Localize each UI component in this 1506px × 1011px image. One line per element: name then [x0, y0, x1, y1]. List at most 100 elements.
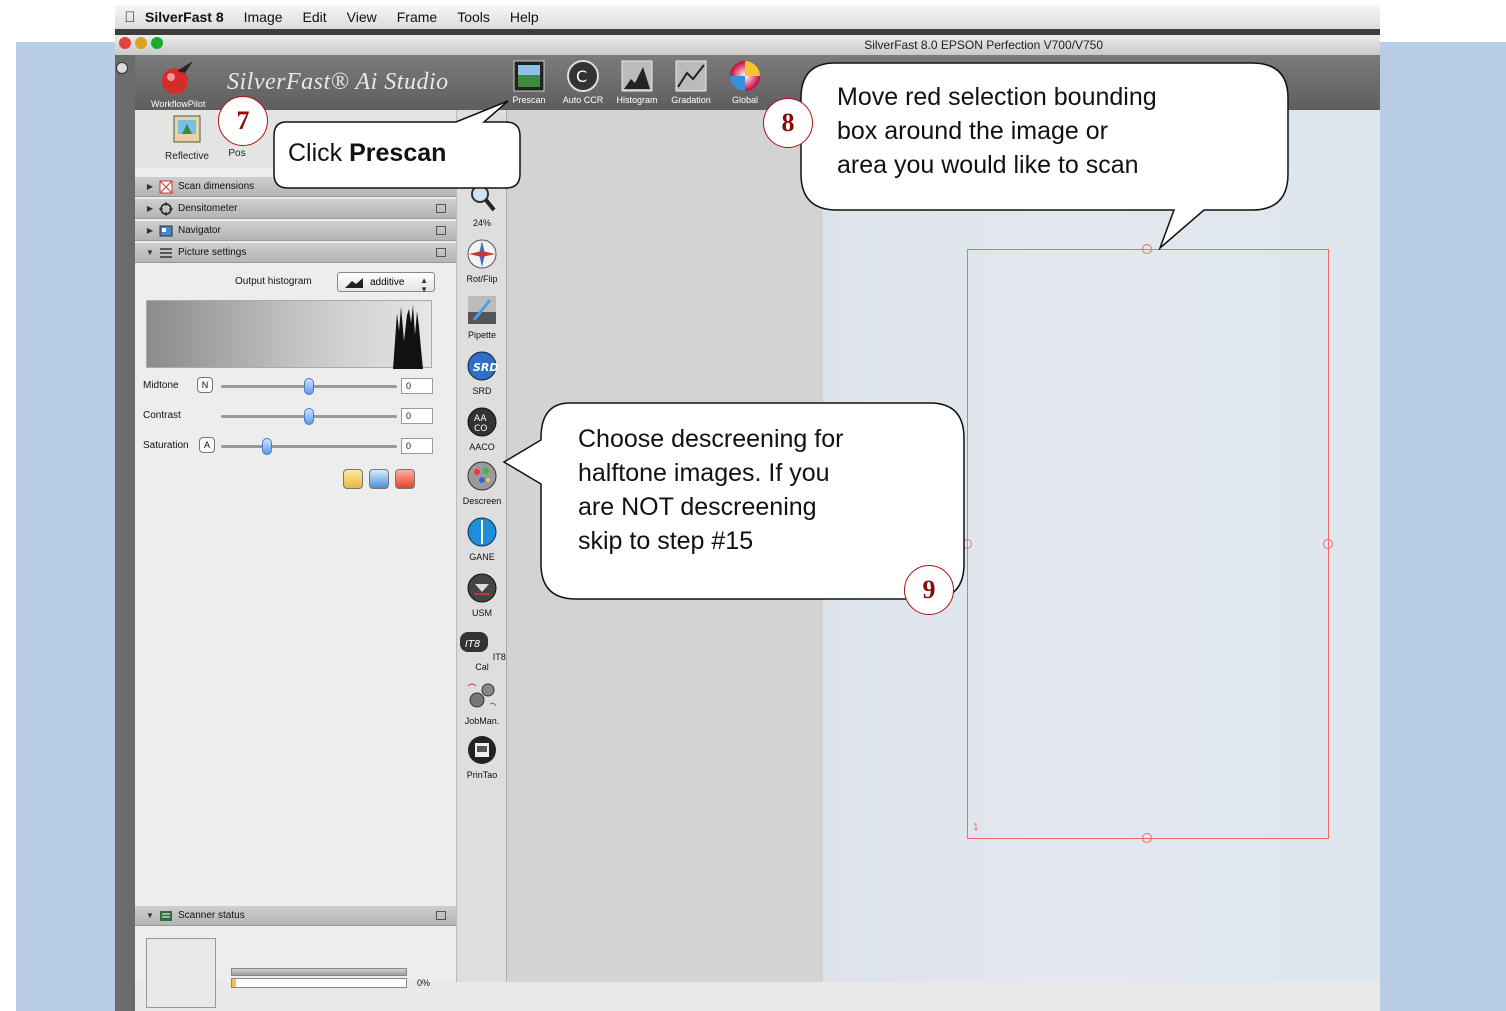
- callout-step-7: Click Prescan: [256, 100, 524, 192]
- tool-label: SRD: [472, 386, 492, 396]
- callout-step-8: Move red selection bounding box around t…: [800, 62, 1290, 252]
- disclosure-down-icon: ▼: [146, 911, 154, 920]
- section-navigator[interactable]: ▶ Navigator: [135, 221, 456, 241]
- gane-icon: [467, 517, 497, 547]
- popout-icon[interactable]: [436, 248, 446, 257]
- progress-percent: 0%: [417, 978, 431, 988]
- help-icon[interactable]: [343, 469, 363, 489]
- progress-track-top: [231, 968, 407, 976]
- saturation-auto-button[interactable]: A: [199, 437, 215, 453]
- global-button[interactable]: Global: [721, 59, 769, 105]
- tool-label: USM: [472, 608, 492, 618]
- popout-icon[interactable]: [436, 204, 446, 213]
- svg-text:CO: CO: [474, 424, 487, 434]
- popout-icon[interactable]: [436, 226, 446, 235]
- section-title: Scanner status: [178, 910, 245, 921]
- midtone-thumb[interactable]: [304, 378, 314, 395]
- midtone-neutral-button[interactable]: N: [197, 377, 213, 393]
- histogram-icon: [621, 60, 653, 92]
- close-window-button[interactable]: [119, 37, 131, 49]
- zoom-window-button[interactable]: [151, 37, 163, 49]
- picture-settings-icon: [160, 247, 172, 258]
- selection-frame[interactable]: [967, 249, 1329, 839]
- menu-app-name[interactable]: SilverFast 8: [145, 9, 224, 25]
- tool-label: PrinTao: [466, 770, 498, 780]
- mode-positive-label: Pos: [228, 148, 246, 159]
- gradation-label: Gradation: [671, 95, 711, 105]
- saturation-thumb[interactable]: [261, 438, 272, 455]
- tool-it8[interactable]: IT8 IT8 Cal: [457, 626, 507, 672]
- tool-srd[interactable]: SRD SRD: [457, 350, 507, 396]
- disclosure-right-icon: ▶: [146, 226, 154, 235]
- section-title: Navigator: [178, 225, 221, 236]
- callout-7-text: Click Prescan: [288, 136, 446, 170]
- menu-image[interactable]: Image: [244, 9, 283, 25]
- global-label: Global: [731, 95, 758, 105]
- prescan-button[interactable]: Prescan: [505, 59, 553, 105]
- scanner-thumbnail: [146, 938, 216, 1008]
- contrast-value[interactable]: 0: [401, 408, 433, 424]
- it8-icon: IT8: [460, 632, 489, 652]
- progress-track: [231, 978, 407, 988]
- callout-8-line3: area you would like to scan: [837, 151, 1139, 179]
- menu-tools[interactable]: Tools: [457, 9, 490, 25]
- tool-label: Descreen: [462, 496, 502, 506]
- tool-label: AACO: [469, 442, 495, 452]
- mode-reflective-label: Reflective: [165, 151, 209, 162]
- tool-rot-flip[interactable]: Rot/Flip: [457, 238, 507, 284]
- gradation-button[interactable]: Gradation: [667, 59, 715, 105]
- tool-printao[interactable]: PrinTao: [457, 734, 507, 780]
- auto-ccr-icon: C: [567, 60, 599, 92]
- midtone-value[interactable]: 0: [401, 378, 433, 394]
- contrast-thumb[interactable]: [304, 408, 314, 425]
- descreen-icon: [467, 461, 497, 491]
- traffic-lights: [119, 37, 163, 49]
- saturation-value[interactable]: 0: [401, 438, 433, 454]
- minimize-window-button[interactable]: [135, 37, 147, 49]
- auto-ccr-button[interactable]: C Auto CCR: [559, 59, 607, 105]
- saturation-track[interactable]: [221, 445, 397, 448]
- drawer-toggle[interactable]: [116, 62, 128, 74]
- scan-progress: [231, 968, 407, 990]
- svg-text:IT8: IT8: [465, 639, 480, 650]
- selection-handle-bottom[interactable]: [1142, 833, 1152, 843]
- preview-icon[interactable]: [369, 469, 389, 489]
- popout-icon[interactable]: [436, 911, 446, 920]
- output-histogram-display: [146, 300, 432, 369]
- tool-jobmanager[interactable]: JobMan.: [457, 680, 507, 726]
- workflowpilot-icon[interactable]: [157, 59, 197, 97]
- section-picture-settings[interactable]: ▼ Picture settings: [135, 243, 456, 263]
- menu-help[interactable]: Help: [510, 9, 539, 25]
- saturation-slider-row: Saturation A 0: [143, 436, 435, 458]
- menu-frame[interactable]: Frame: [397, 9, 437, 25]
- section-densitometer[interactable]: ▶ Densitometer: [135, 199, 456, 219]
- mode-reflective[interactable]: Reflective: [157, 114, 217, 162]
- selection-handle-right[interactable]: [1323, 539, 1333, 549]
- menu-view[interactable]: View: [347, 9, 377, 25]
- apple-icon[interactable]: : [115, 9, 145, 26]
- step-number-8: 8: [763, 98, 813, 148]
- output-histogram-value: additive: [370, 276, 405, 288]
- disclosure-down-icon: ▼: [146, 248, 154, 257]
- global-color-icon: [730, 61, 760, 91]
- reset-icon[interactable]: [395, 469, 415, 489]
- section-scanner-status[interactable]: ▼ Scanner status: [135, 906, 456, 926]
- histogram-button[interactable]: Histogram: [613, 59, 661, 105]
- prescan-icon: [513, 60, 545, 92]
- section-title: Scan dimensions: [178, 181, 255, 192]
- disclosure-right-icon: ▶: [146, 204, 154, 213]
- usm-icon: [467, 573, 497, 603]
- tool-pipette[interactable]: Pipette: [457, 294, 507, 340]
- section-title: Densitometer: [178, 203, 238, 214]
- left-trim: [115, 55, 135, 1011]
- output-histogram-select[interactable]: additive ▲ ▼: [337, 272, 435, 294]
- aaco-icon: AACO: [467, 407, 497, 437]
- menu-edit[interactable]: Edit: [303, 9, 327, 25]
- callout-7-prefix: Click: [288, 139, 350, 167]
- brand-logo-text: SilverFast® Ai Studio: [227, 69, 449, 95]
- svg-text:SRD: SRD: [473, 361, 498, 374]
- workflowpilot-label[interactable]: WorkflowPilot: [151, 99, 205, 109]
- tool-label: Pipette: [467, 330, 497, 340]
- gears-icon: [467, 683, 497, 708]
- histogram-mini-icon: [345, 278, 363, 288]
